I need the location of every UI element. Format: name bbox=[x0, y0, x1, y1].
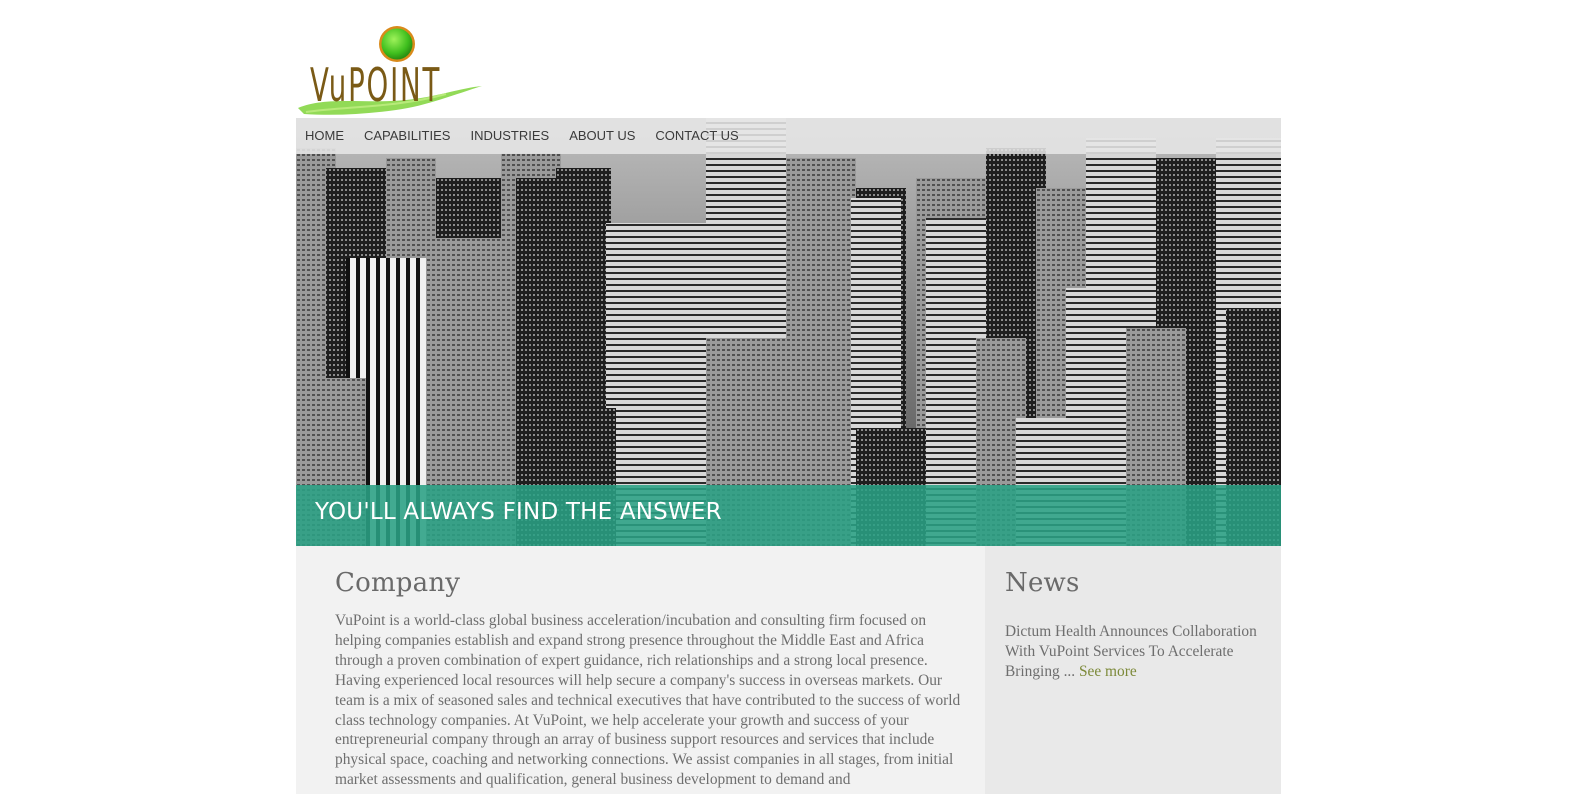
content-area: Company VuPoint is a world-class global … bbox=[296, 546, 1281, 794]
company-description: VuPoint is a world-class global business… bbox=[335, 612, 961, 789]
hero-banner: HOME CAPABILITIES INDUSTRIES ABOUT US CO… bbox=[296, 118, 1281, 546]
main-nav: HOME CAPABILITIES INDUSTRIES ABOUT US CO… bbox=[296, 118, 1281, 154]
news-heading: News bbox=[1005, 568, 1080, 598]
logo-wordmark: VuPOINT bbox=[310, 58, 442, 112]
tagline-banner: YOU'LL ALWAYS FIND THE ANSWER bbox=[296, 485, 1281, 546]
news-item: Dictum Health Announces Collaboration Wi… bbox=[1005, 622, 1267, 682]
city-skyline-image bbox=[296, 118, 1281, 546]
news-section: News Dictum Health Announces Collaborati… bbox=[985, 546, 1281, 794]
page-container: VuPOINT HOME CAPABILITIES INDUSTRIES ABO… bbox=[296, 0, 1281, 794]
tagline-text: YOU'LL ALWAYS FIND THE ANSWER bbox=[315, 499, 722, 525]
nav-home[interactable]: HOME bbox=[296, 118, 354, 154]
nav-capabilities[interactable]: CAPABILITIES bbox=[354, 118, 460, 154]
nav-about-us[interactable]: ABOUT US bbox=[559, 118, 645, 154]
see-more-link[interactable]: See more bbox=[1079, 663, 1137, 680]
company-heading: Company bbox=[335, 568, 461, 598]
vupoint-logo[interactable]: VuPOINT bbox=[296, 22, 486, 118]
company-section: Company VuPoint is a world-class global … bbox=[296, 546, 985, 794]
nav-contact-us[interactable]: CONTACT US bbox=[645, 118, 748, 154]
nav-industries[interactable]: INDUSTRIES bbox=[460, 118, 559, 154]
